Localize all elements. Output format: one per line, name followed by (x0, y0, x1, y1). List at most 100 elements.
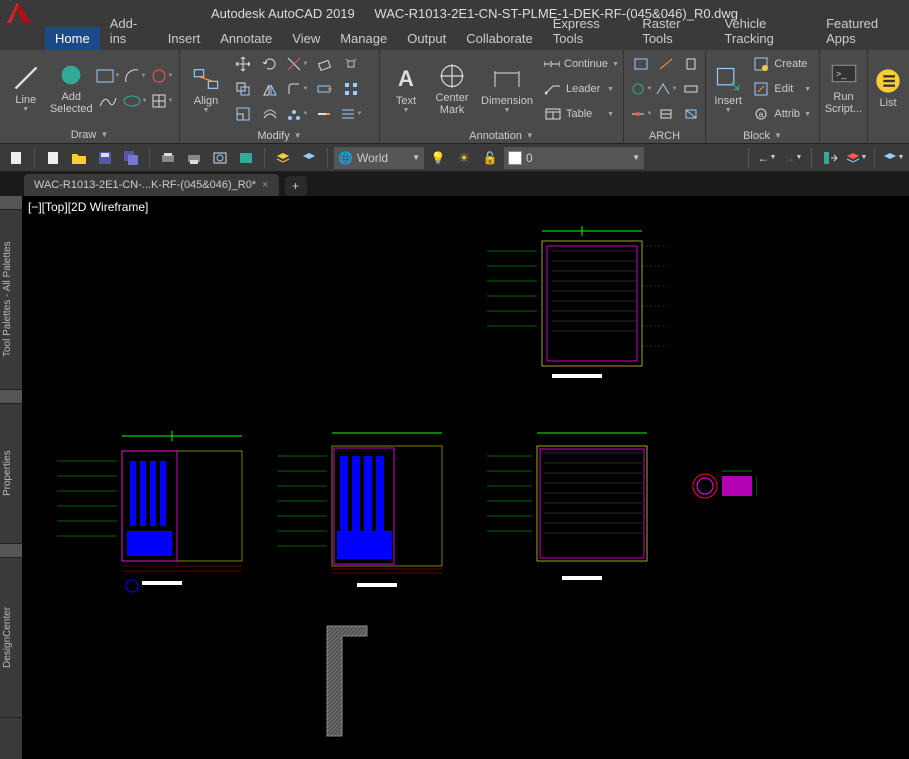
align-icon (192, 65, 220, 93)
qat-publish-icon[interactable] (234, 146, 258, 170)
tab-collaborate[interactable]: Collaborate (456, 27, 543, 50)
qat-open-icon[interactable] (67, 146, 91, 170)
viewport-label[interactable]: [−][Top][2D Wireframe] (28, 200, 148, 214)
drawing-section-2 (52, 421, 252, 596)
fillet-icon[interactable]: ▼ (284, 77, 310, 101)
arraypath-icon[interactable]: ▼ (284, 102, 310, 126)
attrib-button[interactable]: aAttrib▼ (748, 102, 815, 126)
center-mark-button[interactable]: Center Mark (430, 53, 474, 125)
insert-block-button[interactable]: Insert ▼ (710, 53, 746, 125)
stretch-icon[interactable] (311, 77, 337, 101)
bulb-icon[interactable]: 💡 (426, 146, 450, 170)
workspace: Tool Palettes - All Palettes Properties … (0, 196, 909, 759)
palette-handle[interactable] (0, 196, 22, 210)
panel-script: >_ Run Script... (820, 50, 868, 143)
list-button[interactable]: List (872, 52, 904, 124)
arc-icon[interactable]: ▼ (122, 64, 148, 88)
edit-block-button[interactable]: Edit▼ (748, 77, 815, 101)
layer-dropdown[interactable]: 🌐 World ▼ (334, 147, 424, 169)
tab-raster[interactable]: Raster Tools (632, 12, 714, 50)
file-tab[interactable]: WAC-R1013-2E1-CN-...K-RF-(045&046)_R0* × (24, 174, 279, 196)
text-button[interactable]: A Text ▼ (384, 53, 428, 125)
arch-btn-5[interactable]: ▼ (653, 77, 679, 101)
palette-handle[interactable] (0, 544, 22, 558)
palette-tool-palettes[interactable]: Tool Palettes - All Palettes (0, 210, 22, 390)
tab-home[interactable]: Home (45, 27, 100, 50)
continue-button[interactable]: Continue▼ (540, 52, 618, 76)
add-selected-button[interactable]: Add Selected (50, 52, 94, 124)
nav-fwd-icon[interactable]: →▼ (781, 146, 805, 170)
offset-icon[interactable] (257, 102, 283, 126)
qat-layerstate-icon[interactable] (297, 146, 321, 170)
color-dropdown[interactable]: 0 ▼ (504, 147, 644, 169)
attrib-icon: a (752, 105, 770, 123)
panel-arch: ▼ ▼ ▼ ARCH (624, 50, 706, 143)
arch-btn-2[interactable] (653, 52, 679, 76)
leader-button[interactable]: Leader▼ (540, 77, 618, 101)
mirror-icon[interactable] (257, 77, 283, 101)
tab-addins[interactable]: Add-ins (100, 12, 158, 50)
drawing-canvas[interactable]: [−][Top][2D Wireframe] (22, 196, 909, 759)
rectangle-icon[interactable]: ▼ (95, 64, 121, 88)
spline-icon[interactable] (95, 89, 121, 113)
arch-btn-6[interactable] (678, 77, 704, 101)
lock-icon[interactable]: 🔓 (478, 146, 502, 170)
qat-layer-icon[interactable] (271, 146, 295, 170)
close-icon[interactable]: × (262, 179, 268, 191)
tab-insert[interactable]: Insert (158, 27, 211, 50)
arch-btn-3[interactable] (678, 52, 704, 76)
hatch-icon[interactable]: ▼ (149, 89, 175, 113)
qat-print-icon[interactable] (182, 146, 206, 170)
tab-featured[interactable]: Featured Apps (816, 12, 909, 50)
scale-icon[interactable] (230, 102, 256, 126)
create-block-button[interactable]: Create (748, 52, 815, 76)
match-icon[interactable] (818, 146, 842, 170)
circle-tool-icon[interactable]: ▼ (149, 64, 175, 88)
table-button[interactable]: Table▼ (540, 102, 618, 126)
qat-saveall-icon[interactable] (119, 146, 143, 170)
palette-properties[interactable]: Properties (0, 404, 22, 544)
arch-btn-8[interactable] (653, 102, 679, 126)
nav-back-icon[interactable]: ←▼ (755, 146, 779, 170)
leader-icon (544, 80, 562, 98)
tab-express[interactable]: Express Tools (543, 12, 633, 50)
add-tab-button[interactable]: + (285, 176, 307, 196)
text-icon: A (392, 65, 420, 93)
explode-icon[interactable] (338, 52, 364, 76)
qat-new-icon[interactable] (4, 146, 28, 170)
qat-new2-icon[interactable] (41, 146, 65, 170)
tab-annotate[interactable]: Annotate (210, 27, 282, 50)
line-button[interactable]: Line ▼ (4, 52, 48, 124)
erase-icon[interactable] (311, 52, 337, 76)
dimension-button[interactable]: Dimension ▼ (476, 53, 538, 125)
app-logo[interactable] (0, 0, 40, 26)
layers-icon[interactable]: ▼ (844, 146, 868, 170)
rotate-icon[interactable] (257, 52, 283, 76)
trim-icon[interactable]: ▼ (284, 52, 310, 76)
tab-output[interactable]: Output (397, 27, 456, 50)
ribbon-tabs: Home Add-ins Insert Annotate View Manage… (0, 26, 909, 50)
layeriso-icon[interactable]: ▼ (881, 146, 905, 170)
move-icon[interactable] (230, 52, 256, 76)
ellipse-icon[interactable]: ▼ (122, 89, 148, 113)
tab-vehicle[interactable]: Vehicle Tracking (714, 12, 816, 50)
arch-btn-7[interactable]: ▼ (628, 102, 654, 126)
copy-icon[interactable] (230, 77, 256, 101)
arch-btn-9[interactable] (678, 102, 704, 126)
draw-grid: ▼ ▼ ▼ ▼ ▼ (95, 64, 175, 113)
sun-icon[interactable]: ☀ (452, 146, 476, 170)
arch-btn-1[interactable] (628, 52, 654, 76)
qat-plot-icon[interactable] (156, 146, 180, 170)
array-icon[interactable] (338, 77, 364, 101)
arch-btn-4[interactable]: ▼ (628, 77, 654, 101)
tab-view[interactable]: View (282, 27, 330, 50)
tab-manage[interactable]: Manage (330, 27, 397, 50)
qat-preview-icon[interactable] (208, 146, 232, 170)
align-button[interactable]: Align ▼ (184, 53, 228, 125)
palette-handle[interactable] (0, 390, 22, 404)
qat-save-icon[interactable] (93, 146, 117, 170)
palette-designcenter[interactable]: DesignCenter (0, 558, 22, 718)
run-script-button[interactable]: >_ Run Script... (824, 52, 863, 124)
join-icon[interactable]: ▼ (338, 102, 364, 126)
lengthen-icon[interactable] (311, 102, 337, 126)
